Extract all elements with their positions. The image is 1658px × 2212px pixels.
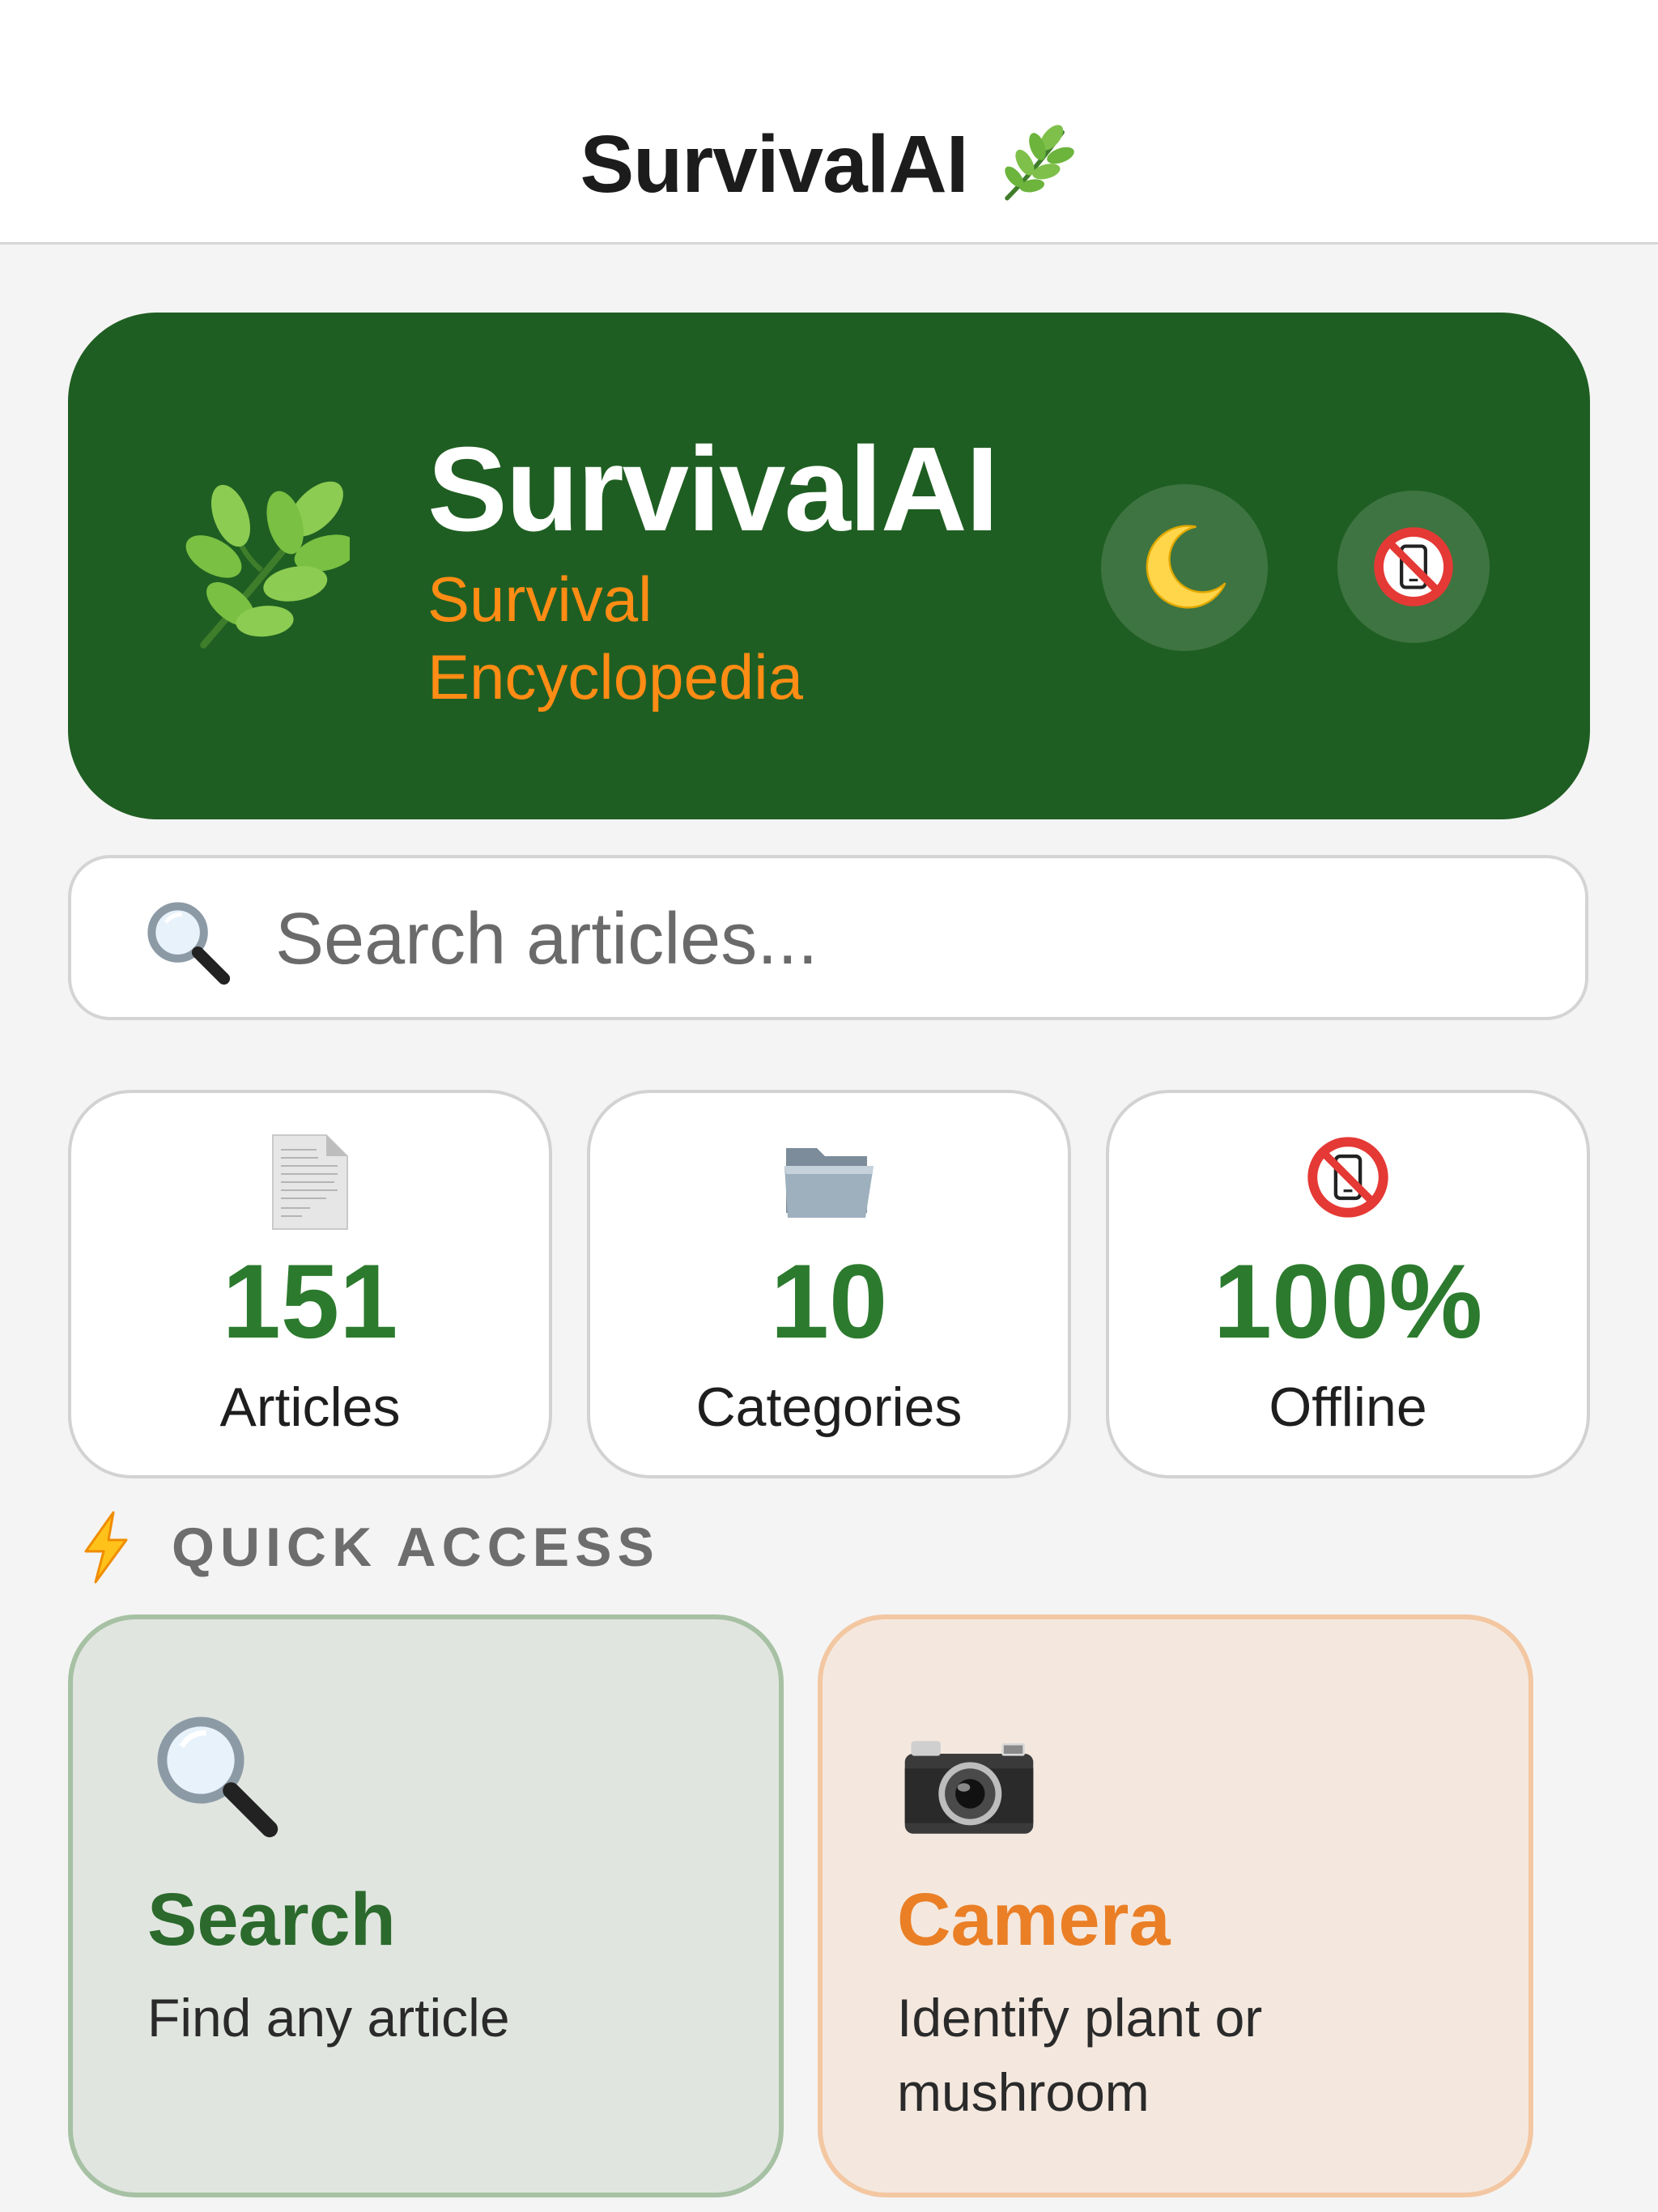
stat-card-categories: 10 Categories	[587, 1090, 1071, 1478]
document-icon	[272, 1134, 348, 1230]
no-mobile-phones-icon	[1374, 527, 1453, 606]
stat-value: 10	[770, 1242, 888, 1360]
crescent-moon-icon	[1146, 525, 1226, 609]
section-title: QUICK ACCESS	[172, 1516, 660, 1578]
hero-subtitle: Survival Encyclopedia	[427, 564, 803, 713]
nav-title: SurvivalAI	[580, 118, 968, 210]
nav-title-group: SurvivalAI	[0, 112, 1658, 217]
herb-icon	[185, 481, 350, 649]
magnifying-glass-icon	[147, 902, 231, 985]
stat-label: Articles	[219, 1376, 401, 1438]
quick-access-header: QUICK ACCESS	[78, 1511, 660, 1584]
hero-title: SurvivalAI	[427, 423, 999, 556]
card-title: Camera	[897, 1878, 1171, 1961]
folder-icon	[784, 1148, 874, 1218]
stat-value: 151	[222, 1242, 398, 1360]
card-description: Find any article	[147, 1988, 510, 2048]
offline-mode-button[interactable]	[1337, 491, 1490, 643]
lightning-icon	[84, 1511, 128, 1584]
stat-card-offline: 100% Offline	[1106, 1090, 1590, 1478]
no-mobile-phones-icon	[1307, 1137, 1388, 1218]
search-input[interactable]	[275, 889, 1538, 989]
stat-label: Offline	[1269, 1376, 1427, 1438]
quick-access-search-card[interactable]: Search Find any article	[68, 1614, 784, 2197]
quick-access-camera-card[interactable]: Camera Identify plant or mushroom	[818, 1614, 1533, 2197]
stat-card-articles: 151 Articles	[68, 1090, 552, 1478]
magnifying-glass-icon	[157, 1716, 278, 1838]
stat-value: 100%	[1213, 1242, 1483, 1360]
dark-mode-toggle-button[interactable]	[1101, 484, 1268, 651]
stat-label: Categories	[695, 1376, 963, 1438]
card-description: Identify plant or mushroom	[897, 1988, 1263, 2122]
card-title: Search	[147, 1878, 396, 1961]
navigation-bar: SurvivalAI	[0, 0, 1658, 245]
herb-icon	[1004, 125, 1074, 201]
camera-icon	[904, 1741, 1034, 1834]
